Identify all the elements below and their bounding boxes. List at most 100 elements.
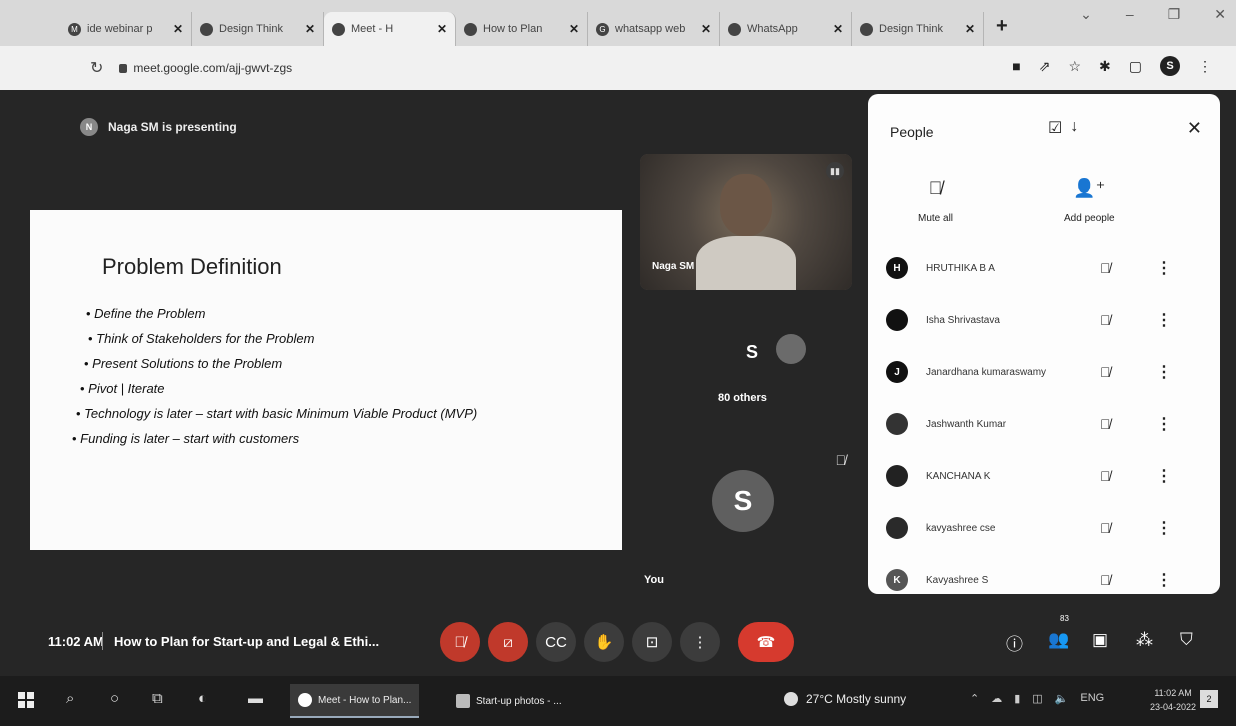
close-icon[interactable]: ✕ xyxy=(701,22,711,36)
file-explorer-icon[interactable]: ▬ xyxy=(248,690,263,707)
meeting-info-icon[interactable]: ⓘ xyxy=(1006,630,1023,655)
more-options-icon[interactable]: ⋮ xyxy=(1156,570,1172,590)
browser-tab-active[interactable]: Meet - H ✕ xyxy=(324,12,456,46)
participant-video-body xyxy=(696,236,796,290)
download-arrow-icon[interactable]: ↓ xyxy=(1070,118,1078,138)
design-icon xyxy=(200,22,213,36)
self-label: You xyxy=(644,574,664,586)
leave-call-button[interactable]: ☎ xyxy=(738,622,794,662)
reload-icon[interactable]: ↻ xyxy=(90,58,103,78)
gmail-icon: M xyxy=(68,22,81,36)
taskbar-app-photos[interactable]: Start-up photos - ... xyxy=(448,684,570,718)
close-icon[interactable]: ✕ xyxy=(1187,118,1202,139)
language-indicator[interactable]: ENG xyxy=(1080,692,1104,705)
more-options-icon[interactable]: ⋮ xyxy=(1156,518,1172,538)
browser-tab[interactable]: How to Plan ✕ xyxy=(456,12,588,46)
chat-icon[interactable]: ▣ xyxy=(1092,630,1108,650)
windows-start-icon[interactable] xyxy=(18,692,34,708)
share-icon[interactable]: ⇗ xyxy=(1039,58,1051,75)
tab-strip: Mide webinar p ✕ Design Think ✕ Meet - H ✕ … xyxy=(0,0,1236,46)
close-icon[interactable]: ✕ xyxy=(833,22,843,36)
more-options-icon[interactable]: ⋮ xyxy=(1156,466,1172,486)
more-options-icon[interactable]: ⋮ xyxy=(1156,362,1172,382)
self-tile[interactable]: 🎙̸ S You xyxy=(640,442,852,590)
cortana-icon[interactable]: ○ xyxy=(110,690,119,707)
browser-tab[interactable]: Gwhatsapp web ✕ xyxy=(588,12,720,46)
mic-off-icon[interactable]: 🎙̸ xyxy=(1100,572,1111,588)
lock-icon xyxy=(119,63,128,73)
bookmark-star-icon[interactable]: ☆ xyxy=(1068,58,1081,75)
more-options-icon[interactable]: ⋮ xyxy=(1156,258,1172,278)
people-icon[interactable]: 👥 xyxy=(1048,630,1069,650)
taskbar-app-chrome[interactable]: Meet - How to Plan... xyxy=(290,684,420,718)
search-icon[interactable]: ⌕ xyxy=(66,690,74,707)
close-icon[interactable]: ✕ xyxy=(569,22,579,36)
taskbar-clock[interactable]: 11:02 AM 23-04-2022 xyxy=(1150,686,1196,714)
raise-hand-button[interactable]: ✋ xyxy=(584,622,624,662)
participant-row[interactable]: KANCHANA K 🎙̸ ⋮ xyxy=(868,450,1220,502)
side-panel-icon[interactable]: ▢ xyxy=(1129,58,1142,75)
camera-off-icon: ⧄ xyxy=(503,633,513,651)
mic-off-icon: 🎙̸ xyxy=(928,178,943,198)
more-options-icon[interactable]: ⋮ xyxy=(1156,414,1172,434)
mic-toggle-button[interactable]: 🎙̸ xyxy=(440,622,480,662)
volume-icon[interactable]: 🔈 xyxy=(1055,692,1069,705)
url-field[interactable]: meet.google.com/ajj-gwvt-zgs xyxy=(119,61,292,75)
profile-avatar[interactable]: S xyxy=(1160,56,1180,76)
present-button[interactable]: ⊡ xyxy=(632,622,672,662)
mic-off-icon[interactable]: 🎙̸ xyxy=(1100,468,1111,484)
minimize-icon[interactable]: – xyxy=(1126,6,1134,23)
speaker-video-tile[interactable]: ▮▮ Naga SM xyxy=(640,154,852,290)
participant-row[interactable]: Jashwanth Kumar 🎙̸ ⋮ xyxy=(868,398,1220,450)
extensions-icon[interactable]: ✱ xyxy=(1099,58,1111,75)
browser-tab[interactable]: Design Think ✕ xyxy=(192,12,324,46)
mic-off-icon[interactable]: 🎙̸ xyxy=(1100,416,1111,432)
participant-row[interactable]: kavyashree cse 🎙̸ ⋮ xyxy=(868,502,1220,554)
close-icon[interactable]: ✕ xyxy=(437,22,447,36)
captions-button[interactable]: CC xyxy=(536,622,576,662)
close-icon[interactable]: ✕ xyxy=(965,22,975,36)
new-tab-button[interactable]: + xyxy=(984,15,1020,46)
participant-row[interactable]: Isha Shrivastava 🎙̸ ⋮ xyxy=(868,294,1220,346)
add-people-button[interactable]: 👤⁺ Add people xyxy=(1064,178,1115,224)
camera-toggle-button[interactable]: ⧄ xyxy=(488,622,528,662)
chevron-down-icon[interactable]: ⌄ xyxy=(1080,6,1092,23)
mic-off-icon[interactable]: 🎙̸ xyxy=(1100,260,1111,276)
participant-name: Jashwanth Kumar xyxy=(926,418,1007,430)
close-window-icon[interactable]: ✕ xyxy=(1214,6,1226,23)
others-tile[interactable]: S 80 others xyxy=(640,320,852,420)
camera-indicator-icon[interactable]: ■ xyxy=(1012,58,1020,74)
host-controls-shield-icon[interactable]: ⛉ xyxy=(1180,630,1193,650)
browser-tab[interactable]: Mide webinar p ✕ xyxy=(60,12,192,46)
participant-row[interactable]: H HRUTHIKA B A 🎙̸ ⋮ xyxy=(868,242,1220,294)
divider xyxy=(102,632,103,650)
people-panel: People ☑ ↓ ✕ 🎙̸ Mute all 👤⁺ Add people H… xyxy=(868,94,1220,594)
close-icon[interactable]: ✕ xyxy=(305,22,315,36)
cloud-icon[interactable]: ☁ xyxy=(991,692,1002,705)
os-taskbar: ⌕ ○ ⧉ ◐ ▬ Meet - How to Plan... Start-up… xyxy=(0,676,1236,726)
mic-off-icon[interactable]: 🎙̸ xyxy=(1100,520,1111,536)
notification-center-icon[interactable]: 2 xyxy=(1200,690,1218,708)
close-icon[interactable]: ✕ xyxy=(173,22,183,36)
browser-tab[interactable]: WhatsApp ✕ xyxy=(720,12,852,46)
more-options-icon[interactable]: ⋮ xyxy=(1156,310,1172,330)
host-controls-icon[interactable]: ☑ xyxy=(1048,118,1062,138)
mute-all-button[interactable]: 🎙̸ Mute all xyxy=(918,178,953,224)
participant-row[interactable]: K Kavyashree S 🎙̸ ⋮ xyxy=(868,554,1220,594)
battery-icon[interactable]: ▮ xyxy=(1014,692,1020,705)
participant-row[interactable]: J Janardhana kumaraswamy 🎙̸ ⋮ xyxy=(868,346,1220,398)
mic-off-icon[interactable]: 🎙̸ xyxy=(1100,364,1111,380)
activities-icon[interactable]: ⁂ xyxy=(1136,630,1153,650)
chevron-up-icon[interactable]: ⌃ xyxy=(970,692,979,705)
more-menu-icon[interactable]: ⋮ xyxy=(1198,58,1212,75)
weather-widget[interactable]: 27°C Mostly sunny xyxy=(784,692,906,706)
network-icon[interactable]: ◫ xyxy=(1032,692,1042,705)
more-options-button[interactable]: ⋮ xyxy=(680,622,720,662)
edge-icon[interactable]: ◐ xyxy=(198,690,207,707)
mic-off-icon[interactable]: 🎙̸ xyxy=(1100,312,1111,328)
restore-icon[interactable]: ❐ xyxy=(1168,6,1181,23)
slide-bullet: Technology is later – start with basic M… xyxy=(76,406,477,431)
task-view-icon[interactable]: ⧉ xyxy=(152,690,163,707)
chrome-icon xyxy=(298,693,312,707)
browser-tab[interactable]: Design Think ✕ xyxy=(852,12,984,46)
